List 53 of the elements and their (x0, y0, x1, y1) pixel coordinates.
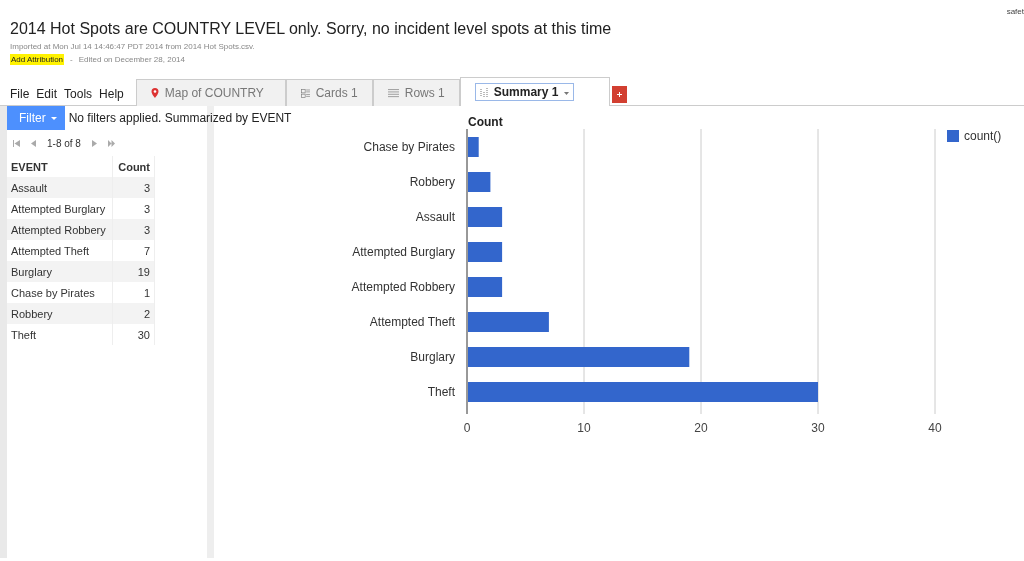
rows-icon (387, 87, 399, 99)
caret-icon (50, 116, 57, 120)
menu-item[interactable]: Help (99, 87, 124, 101)
table-cell: 30 (112, 324, 155, 345)
view-tab[interactable]: Map of COUNTRY (135, 79, 286, 106)
menu-item[interactable]: Edit (36, 87, 58, 101)
table-cell: Assault (7, 177, 113, 198)
page-title: 2014 Hot Spots are COUNTRY LEVEL only. Sorry, no incident level spots at this time (10, 20, 613, 38)
edited-date: Edited on December 28, 2014 (78, 55, 185, 64)
category-label: Attempted Robbery (351, 280, 455, 294)
separator: - (70, 55, 73, 64)
next-page-icon[interactable] (90, 139, 98, 147)
plus-icon (616, 92, 622, 97)
axis-tick-label: 40 (928, 421, 942, 435)
category-label: Theft (427, 385, 455, 399)
table-cell: 19 (112, 261, 155, 282)
add-tab-button[interactable] (611, 86, 627, 103)
corner-text: safet (1006, 7, 1024, 16)
last-page-icon[interactable] (107, 139, 115, 147)
axis-tick-label: 20 (694, 421, 708, 435)
caret-icon (564, 92, 570, 95)
summary-icon (479, 86, 488, 98)
view-tab[interactable]: Summary 1 (459, 77, 610, 106)
category-label: Attempted Burglary (352, 245, 455, 259)
menu-item[interactable]: Tools (64, 87, 93, 101)
table-cell: Attempted Robbery (7, 219, 113, 240)
category-label: Robbery (409, 175, 455, 189)
table-cell: 3 (112, 219, 155, 240)
table-cell: 2 (112, 303, 155, 324)
axis-tick-label: 30 (811, 421, 825, 435)
table-cell: Theft (7, 324, 113, 345)
cards-icon (300, 86, 310, 100)
category-label: Assault (415, 210, 455, 224)
page-range: 1-8 of 8 (47, 137, 81, 149)
map-pin-icon (150, 88, 159, 98)
add-attribution-link[interactable]: Add Attribution (10, 54, 65, 65)
previous-page-icon[interactable] (30, 139, 37, 147)
filter-status: No filters applied. Summarized by EVENT (68, 111, 292, 125)
axis-tick-label: 10 (577, 421, 591, 435)
view-tab[interactable]: Rows 1 (372, 79, 460, 106)
table-cell: Burglary (7, 261, 113, 282)
table-cell: 3 (112, 177, 155, 198)
category-label: Burglary (410, 350, 455, 364)
view-tab[interactable]: Cards 1 (285, 79, 373, 106)
import-info: Imported at Mon Jul 14 14:46:47 PDT 2014 from 2014 Hot Spots.csv. (10, 42, 256, 51)
category-label: Attempted Theft (369, 315, 455, 329)
first-page-icon[interactable] (13, 139, 20, 147)
table-cell: Robbery (7, 303, 113, 324)
menu-item[interactable]: File (10, 87, 30, 101)
chart-title: Count (468, 115, 503, 129)
category-label: Chase by Pirates (363, 140, 455, 154)
legend-label: count() (964, 129, 1002, 143)
axis-tick-label: 0 (463, 421, 471, 435)
